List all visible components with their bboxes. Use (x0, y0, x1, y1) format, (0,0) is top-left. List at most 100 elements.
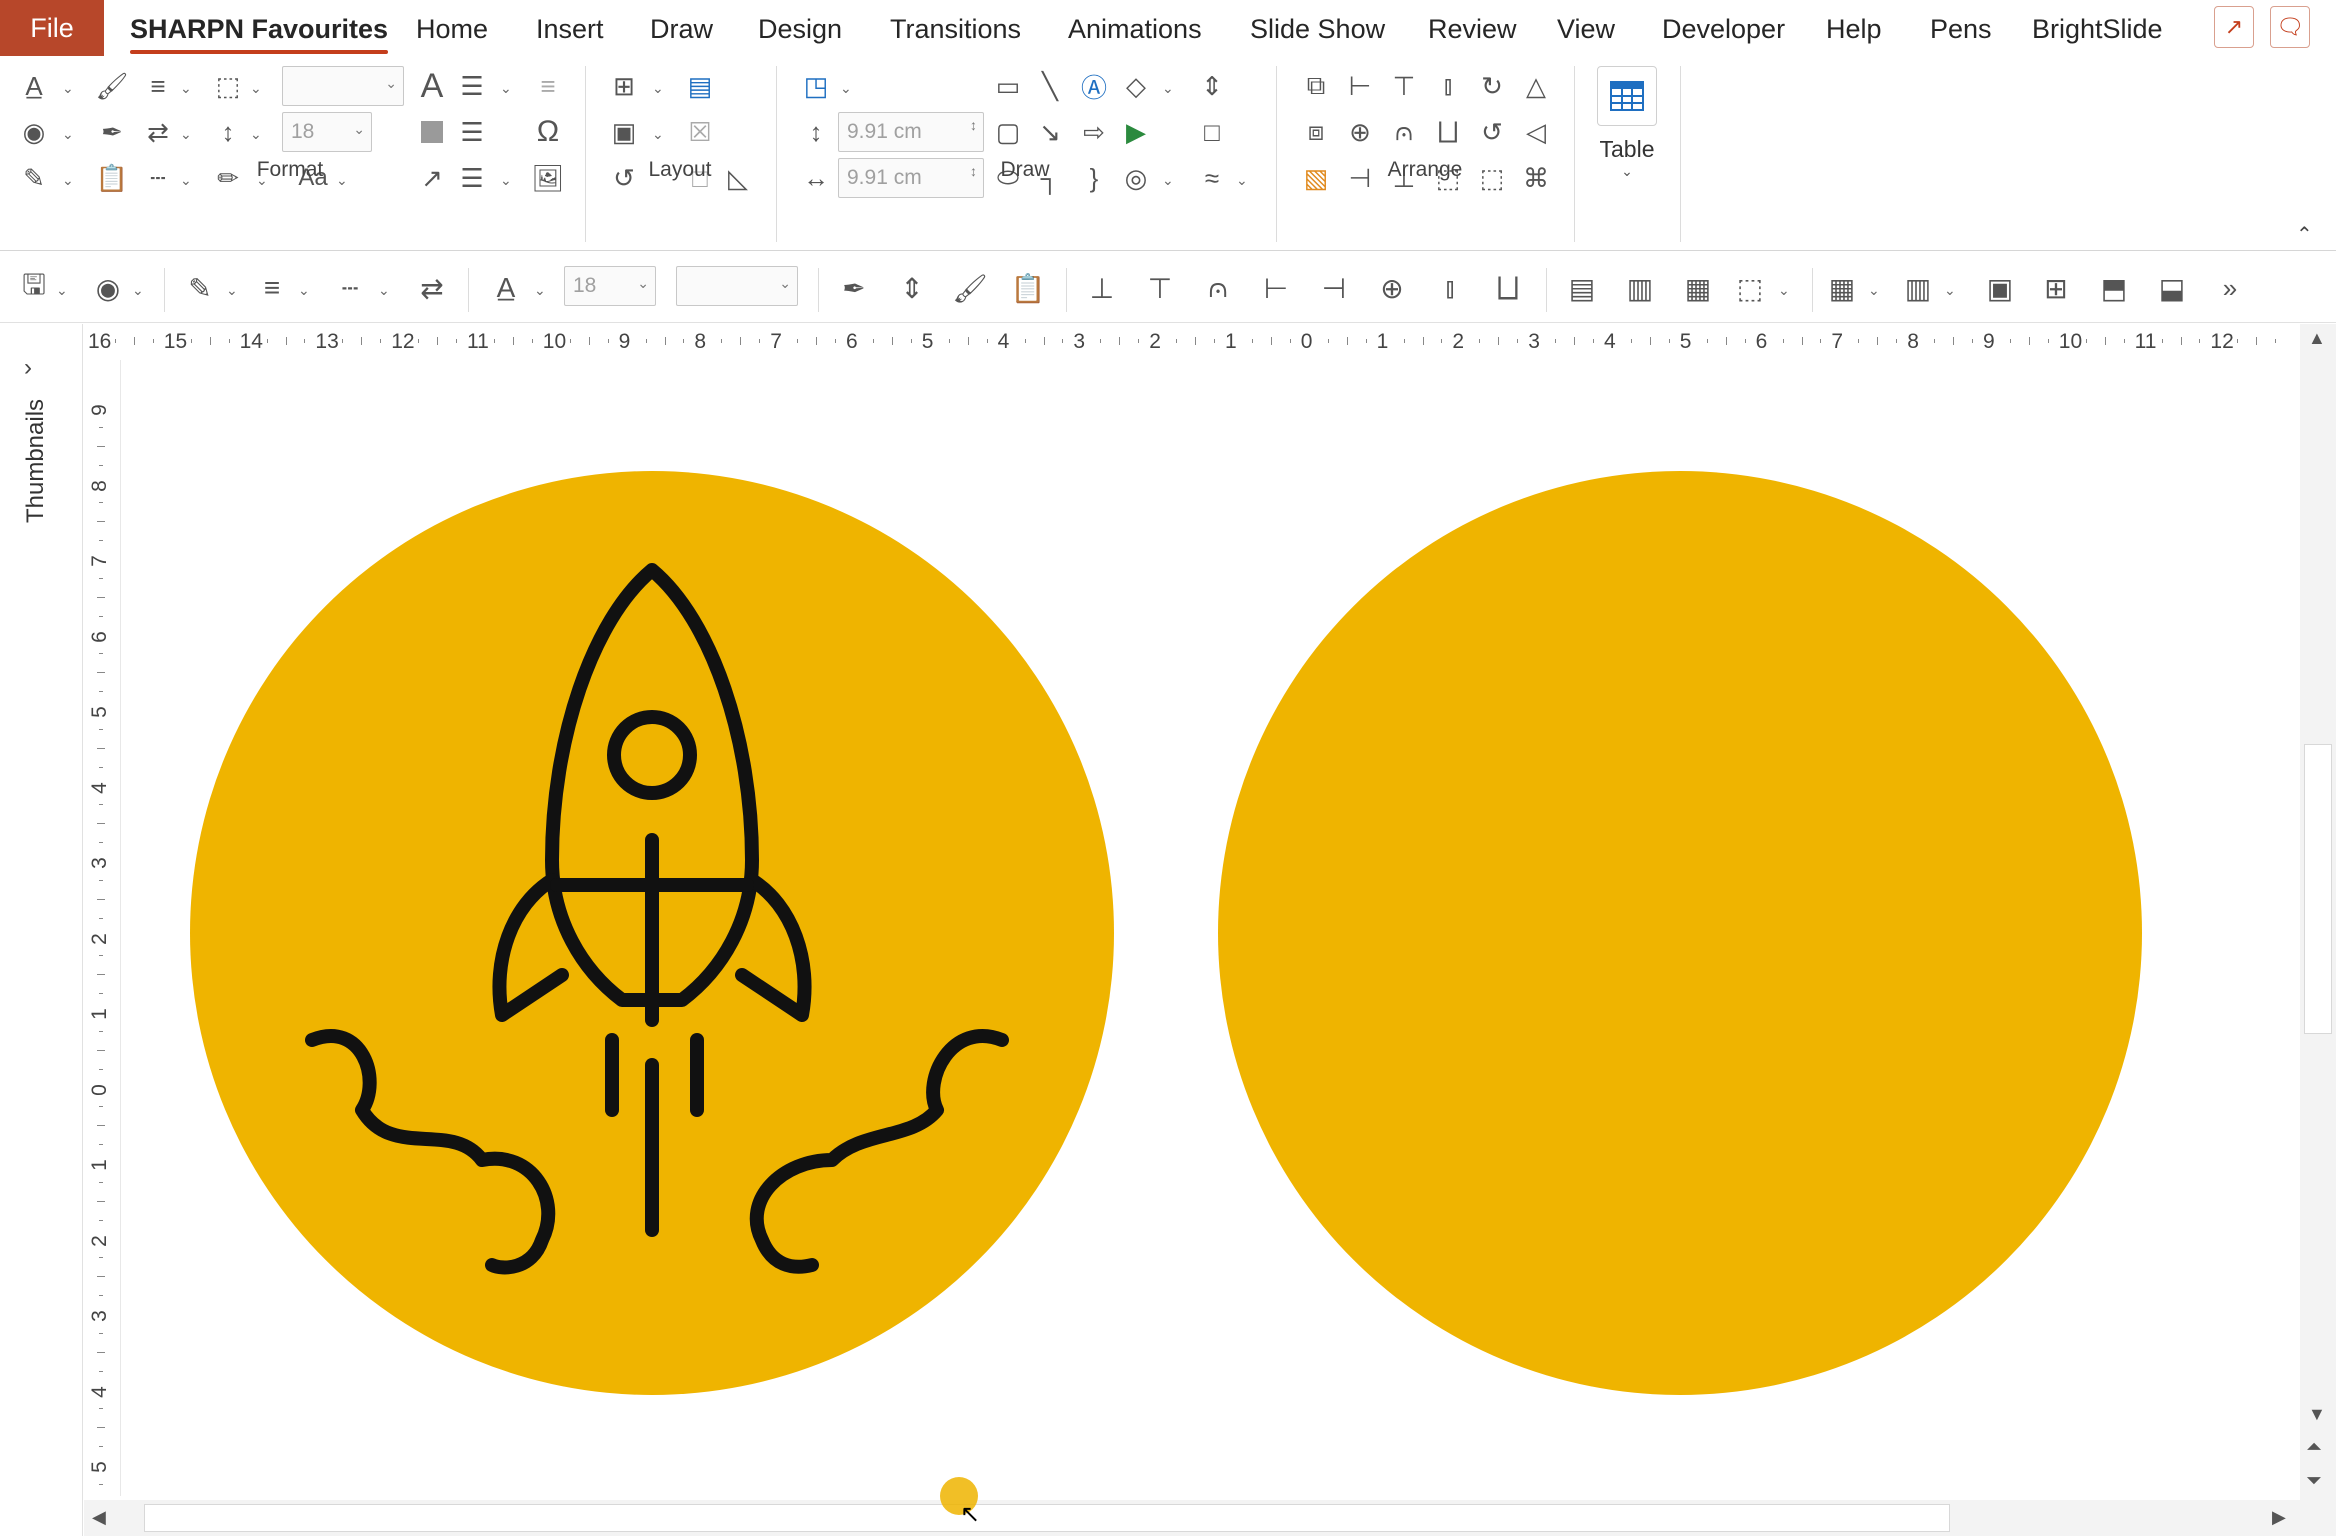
multilevel-list-icon[interactable]: ☰ (452, 158, 492, 198)
shape-height-icon[interactable]: ↕ (796, 112, 836, 152)
eyedropper-icon[interactable]: ✒ (834, 268, 874, 308)
table-cell-icon[interactable]: ▣ (1980, 268, 2020, 308)
rotate-icon[interactable]: ↻ (1472, 66, 1512, 106)
toolbar-overflow-button[interactable]: » (2210, 268, 2250, 308)
insert-picture-icon[interactable]: 🖼 (528, 158, 568, 198)
shape-fill-icon[interactable] (412, 112, 452, 152)
chevron-down-icon[interactable]: ⌄ (132, 282, 144, 299)
align-center-icon[interactable]: ⊕ (1340, 112, 1380, 152)
rotate-left-icon[interactable]: ↺ (1472, 112, 1512, 152)
chevron-down-icon[interactable]: ⌄ (250, 126, 262, 143)
table-split-icon[interactable]: ⊞ (2036, 268, 2076, 308)
table-insert-above-icon[interactable]: ⬒ (2094, 268, 2134, 308)
align-bottom-icon[interactable]: ⊥ (1082, 268, 1122, 308)
block-arrow-icon[interactable]: ⇨ (1074, 112, 1114, 152)
font-color-icon[interactable]: A̲ (486, 268, 526, 308)
share-button[interactable]: ↗ (2214, 6, 2254, 48)
shape-width-icon[interactable]: ↔ (796, 158, 836, 198)
tab-animations[interactable]: Animations (1068, 0, 1202, 58)
flip-horizontal-icon[interactable]: ◁ (1516, 112, 1556, 152)
crop-shape-icon[interactable]: □ (1192, 112, 1232, 152)
align-middle-icon[interactable]: ⩀ (1198, 268, 1238, 308)
yellow-circle[interactable] (1218, 471, 2142, 1395)
font-name-combo[interactable]: ⌄ (282, 66, 404, 106)
font-name-combo[interactable]: ⌄ (676, 266, 798, 306)
align-center-icon[interactable]: ⊕ (1372, 268, 1412, 308)
fill-color-icon[interactable]: ◉ (14, 112, 54, 152)
format-painter-icon[interactable]: 🖌 (950, 268, 990, 308)
line-weight-icon[interactable]: ≡ (138, 66, 178, 106)
scroll-right-icon[interactable]: ▶ (2272, 1507, 2286, 1528)
chevron-down-icon[interactable]: ⌄ (500, 80, 512, 97)
omega-symbol-icon[interactable]: Ω (528, 112, 568, 152)
font-size-combo[interactable]: 18 ⌄ (282, 112, 372, 152)
chevron-down-icon[interactable]: ⌄ (1236, 172, 1248, 189)
chevron-down-icon[interactable]: ⌄ (180, 126, 192, 143)
paint-bucket-icon[interactable]: ✒ (92, 112, 132, 152)
text-box-icon[interactable]: ⬚ (208, 66, 248, 106)
rectangle-icon[interactable]: ▭ (988, 66, 1028, 106)
align-top-icon[interactable]: ⊤ (1140, 268, 1180, 308)
chevron-down-icon[interactable]: ⌄ (62, 126, 74, 143)
tab-review[interactable]: Review (1428, 0, 1517, 58)
new-slide-icon[interactable]: ⊞ (604, 66, 644, 106)
tab-design[interactable]: Design (758, 0, 842, 58)
dash-style-icon[interactable]: ┄ (330, 268, 370, 308)
align-right-icon[interactable]: ⊣ (1314, 268, 1354, 308)
group-icon[interactable]: ⧈ (1296, 112, 1336, 152)
chevron-down-icon[interactable]: ⌄ (298, 282, 310, 299)
line-spacing-icon[interactable]: ↕ (208, 112, 248, 152)
font-size-combo[interactable]: 18 ⌄ (564, 266, 656, 306)
next-slide-icon[interactable]: ⏷ (2306, 1470, 2322, 1492)
distribute-vertical-icon[interactable]: ⨆ (1428, 112, 1468, 152)
distribute-vertical-icon[interactable]: ⨆ (1488, 268, 1528, 308)
chevron-down-icon[interactable]: ⌄ (1162, 172, 1174, 189)
tab-pens[interactable]: Pens (1930, 0, 1992, 58)
text-box-insert-icon[interactable]: Ⓐ (1074, 66, 1114, 106)
tab-developer[interactable]: Developer (1662, 0, 1785, 58)
chevron-down-icon[interactable]: ⌄ (652, 80, 664, 97)
chevron-down-icon[interactable]: ⌄ (62, 172, 74, 189)
text-align-middle-icon[interactable]: ▥ (1620, 268, 1660, 308)
highlight-icon[interactable]: ✎ (14, 158, 54, 198)
edit-shape-icon[interactable]: ◇ (1116, 66, 1156, 106)
fill-color-icon[interactable]: ◉ (88, 268, 128, 308)
chevron-down-icon[interactable]: ⌄ (62, 80, 74, 97)
vertical-scroll-thumb[interactable] (2304, 744, 2332, 1034)
merge-shapes-icon[interactable]: ◎ (1116, 158, 1156, 198)
table-icon[interactable]: ▦ (1822, 268, 1862, 308)
action-button-icon[interactable]: ▶ (1116, 112, 1156, 152)
chevron-down-icon[interactable]: ⌄ (1944, 282, 1956, 299)
selection-pane-icon[interactable]: ▧ (1296, 158, 1336, 198)
tab-sharpn-favourites[interactable]: SHARPN Favourites (130, 0, 389, 58)
chevron-down-icon[interactable]: ⌄ (180, 80, 192, 97)
chevron-down-icon[interactable]: ⌄ (840, 80, 852, 97)
tab-file[interactable]: File (0, 0, 104, 56)
numbering-icon[interactable]: ☰ (452, 112, 492, 152)
text-align-bottom-icon[interactable]: ▦ (1678, 268, 1718, 308)
horizontal-scrollbar[interactable]: ◀ ▶ (84, 1500, 2300, 1536)
shapes-gallery-icon[interactable]: ◳ (796, 66, 836, 106)
align-middle-icon[interactable]: ⩀ (1384, 112, 1424, 152)
tab-brightslide[interactable]: BrightSlide (2032, 0, 2163, 58)
text-align-top-icon[interactable]: ▤ (1562, 268, 1602, 308)
wave-icon[interactable]: ≈ (1192, 158, 1232, 198)
line-icon[interactable]: ╲ (1030, 66, 1070, 106)
slide-layout-icon[interactable]: ▤ (680, 66, 720, 106)
line-weight-icon[interactable]: ≡ (252, 268, 292, 308)
vertical-scrollbar[interactable]: ▲ ▼ ⏶ ⏷ (2300, 324, 2336, 1536)
text-box-options-icon[interactable]: ⬚ (1730, 268, 1770, 308)
chevron-down-icon[interactable]: ⌄ (378, 282, 390, 299)
thumbnails-label[interactable]: Thumbnails (22, 376, 56, 546)
chevron-down-icon[interactable]: ⌄ (500, 172, 512, 189)
font-color-icon[interactable]: A̲ (14, 66, 54, 106)
layout-icon[interactable]: ▣ (604, 112, 644, 152)
tab-home[interactable]: Home (416, 0, 488, 58)
tab-draw[interactable]: Draw (650, 0, 713, 58)
chevron-down-icon[interactable]: ⌄ (652, 126, 664, 143)
previous-slide-icon[interactable]: ⏶ (2306, 1436, 2322, 1458)
chevron-down-icon[interactable]: ⌄ (226, 282, 238, 299)
align-top-icon[interactable]: ⊤ (1384, 66, 1424, 106)
bring-forward-icon[interactable]: ⧉ (1296, 66, 1336, 106)
paste-picture-icon[interactable]: 📋 (92, 158, 132, 198)
